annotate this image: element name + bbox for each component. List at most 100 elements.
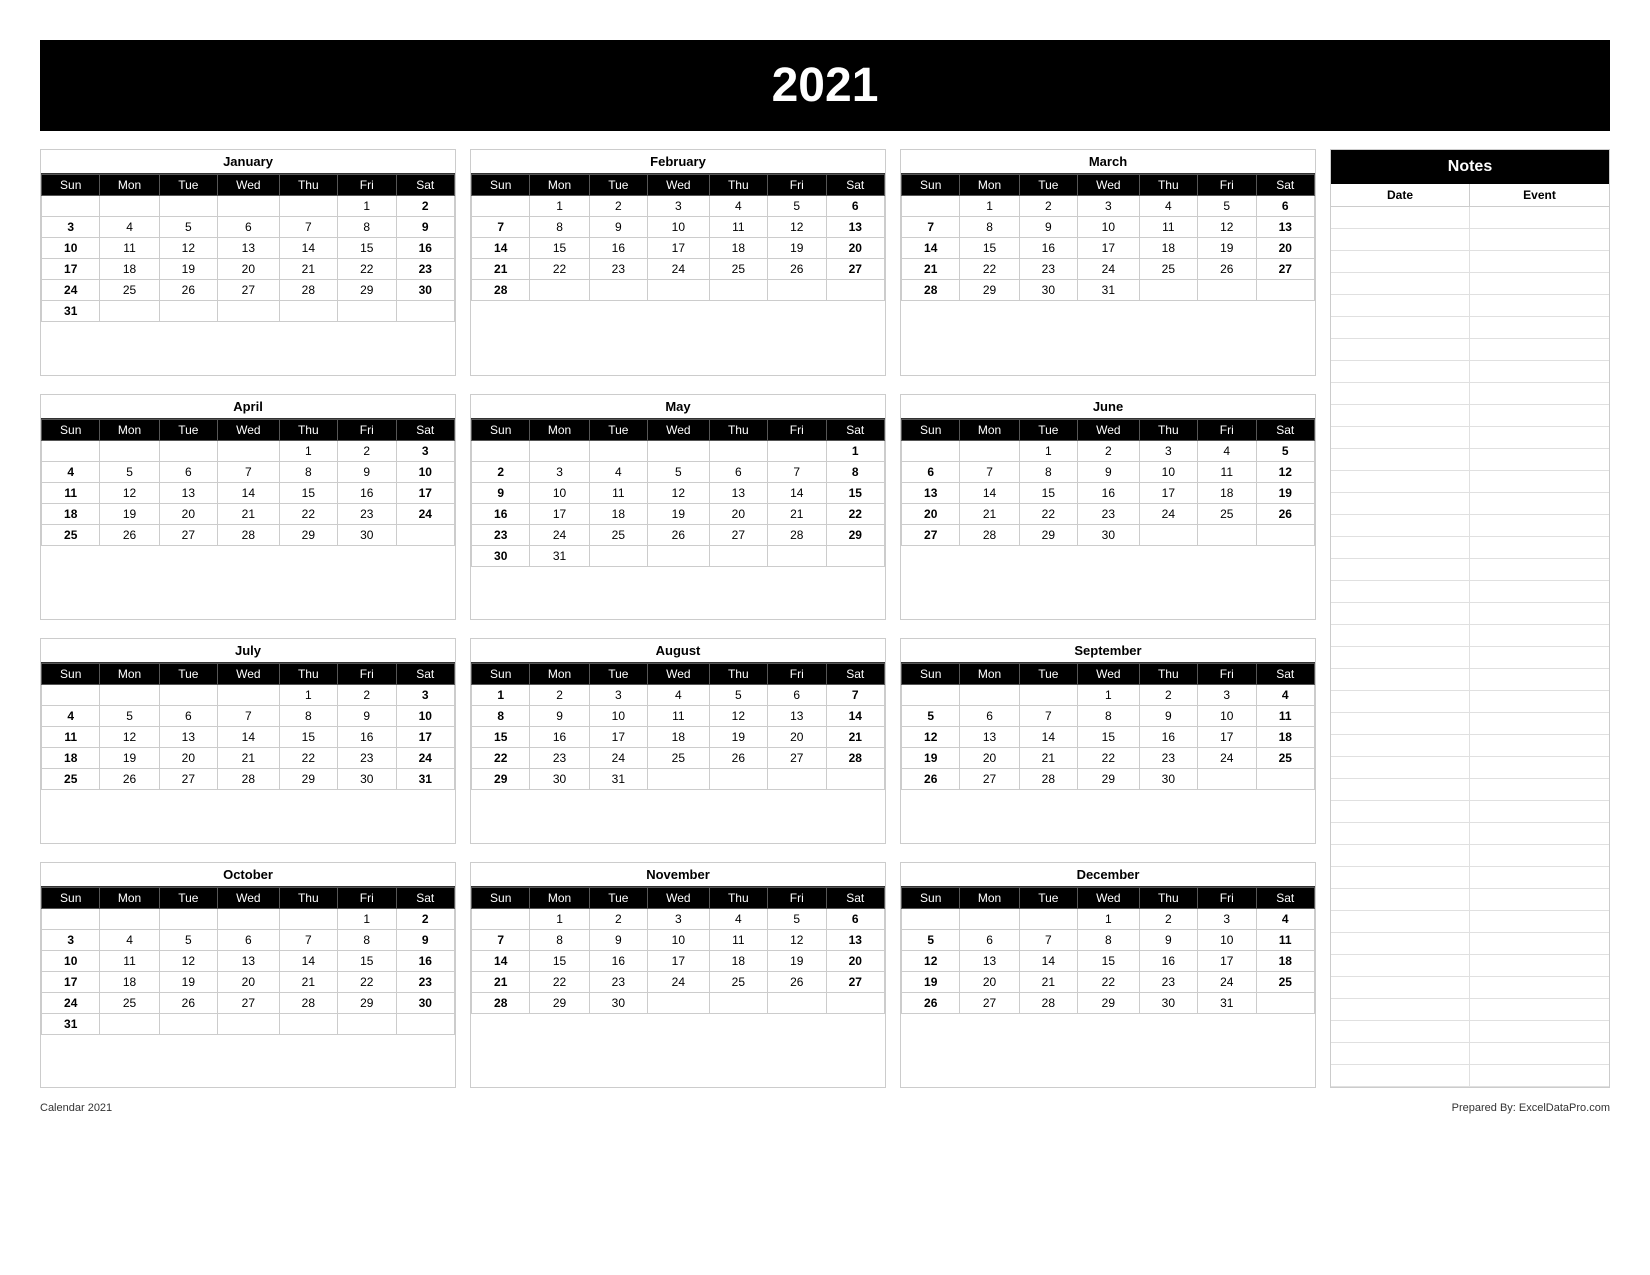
- cal-day: 2: [530, 685, 589, 706]
- cal-day: 7: [960, 461, 1019, 482]
- cal-day: 29: [1019, 524, 1077, 545]
- cal-day: 9: [1139, 929, 1197, 950]
- cal-day: 11: [589, 482, 647, 503]
- cal-day: 12: [709, 706, 767, 727]
- cal-day: [159, 301, 217, 322]
- cal-day: 21: [826, 727, 885, 748]
- cal-day: 16: [1078, 482, 1140, 503]
- day-header-thu: Thu: [1139, 887, 1197, 908]
- cal-day: 6: [826, 196, 885, 217]
- cal-day: 21: [279, 259, 337, 280]
- cal-day: 8: [960, 217, 1019, 238]
- cal-day: [42, 440, 100, 461]
- cal-table-january: SunMonTueWedThuFriSat1234567891011121314…: [41, 174, 455, 322]
- notes-row: [1331, 1043, 1609, 1065]
- cal-day: 27: [218, 992, 280, 1013]
- cal-day: [768, 440, 826, 461]
- notes-event-cell: [1470, 427, 1609, 448]
- notes-row: [1331, 515, 1609, 537]
- day-header-fri: Fri: [768, 175, 826, 196]
- notes-row: [1331, 1021, 1609, 1043]
- day-header-mon: Mon: [960, 664, 1019, 685]
- cal-day: [396, 301, 455, 322]
- cal-day: 3: [1198, 685, 1256, 706]
- notes-row: [1331, 295, 1609, 317]
- day-header-tue: Tue: [159, 175, 217, 196]
- cal-day: [338, 1013, 396, 1034]
- cal-day: 10: [648, 217, 710, 238]
- cal-day: 21: [1019, 748, 1077, 769]
- cal-day: 2: [396, 196, 455, 217]
- cal-day: [1198, 280, 1256, 301]
- cal-day: 11: [1256, 929, 1315, 950]
- day-header-mon: Mon: [960, 419, 1019, 440]
- cal-day: 11: [1139, 217, 1197, 238]
- cal-day: 13: [709, 482, 767, 503]
- notes-date-cell: [1331, 801, 1470, 822]
- cal-day: 1: [279, 440, 337, 461]
- cal-day: 20: [960, 748, 1019, 769]
- cal-day: 4: [42, 461, 100, 482]
- footer: Calendar 2021 Prepared By: ExcelDataPro.…: [40, 1102, 1610, 1114]
- cal-day: 4: [1198, 440, 1256, 461]
- cal-day: 7: [279, 929, 337, 950]
- cal-day: 10: [1139, 461, 1197, 482]
- cal-day: 12: [768, 929, 826, 950]
- cal-day: 27: [826, 259, 885, 280]
- cal-day: [589, 440, 647, 461]
- cal-day: 18: [709, 238, 767, 259]
- notes-date-cell: [1331, 823, 1470, 844]
- day-header-tue: Tue: [1019, 664, 1077, 685]
- cal-day: [709, 992, 767, 1013]
- cal-day: 1: [530, 908, 589, 929]
- cal-day: 25: [1256, 971, 1315, 992]
- notes-date-cell: [1331, 867, 1470, 888]
- cal-day: 1: [960, 196, 1019, 217]
- cal-day: 28: [279, 992, 337, 1013]
- cal-day: 24: [1198, 748, 1256, 769]
- cal-day: 14: [218, 727, 280, 748]
- notes-event-cell: [1470, 339, 1609, 360]
- notes-row: [1331, 427, 1609, 449]
- cal-day: 2: [472, 461, 530, 482]
- cal-day: [826, 280, 885, 301]
- cal-day: 8: [1019, 461, 1077, 482]
- cal-day: 5: [648, 461, 710, 482]
- notes-date-cell: [1331, 691, 1470, 712]
- cal-day: 20: [218, 971, 280, 992]
- cal-day: 11: [709, 217, 767, 238]
- cal-day: 19: [648, 503, 710, 524]
- cal-day: 23: [1139, 971, 1197, 992]
- cal-day: 4: [1256, 685, 1315, 706]
- notes-row: [1331, 955, 1609, 977]
- cal-day: [826, 545, 885, 566]
- notes-event-cell: [1470, 361, 1609, 382]
- cal-day: 21: [472, 971, 530, 992]
- cal-day: 11: [42, 482, 100, 503]
- cal-day: 22: [279, 748, 337, 769]
- cal-day: 16: [338, 482, 396, 503]
- notes-date-cell: [1331, 977, 1470, 998]
- notes-event-cell: [1470, 955, 1609, 976]
- cal-day: 1: [1019, 440, 1077, 461]
- cal-day: [768, 545, 826, 566]
- cal-day: [218, 685, 280, 706]
- day-header-fri: Fri: [338, 419, 396, 440]
- day-header-sun: Sun: [472, 175, 530, 196]
- day-header-tue: Tue: [589, 419, 647, 440]
- notes-row: [1331, 603, 1609, 625]
- cal-day: 3: [648, 908, 710, 929]
- cal-day: 24: [648, 259, 710, 280]
- cal-day: 13: [218, 238, 280, 259]
- cal-day: 24: [42, 992, 100, 1013]
- cal-day: 3: [1139, 440, 1197, 461]
- cal-day: 27: [768, 748, 826, 769]
- cal-day: 4: [1139, 196, 1197, 217]
- cal-day: 15: [826, 482, 885, 503]
- cal-day: 31: [396, 769, 455, 790]
- cal-day: 25: [100, 992, 159, 1013]
- cal-day: 4: [648, 685, 710, 706]
- cal-day: 2: [338, 685, 396, 706]
- cal-day: 30: [1139, 769, 1197, 790]
- cal-day: 12: [648, 482, 710, 503]
